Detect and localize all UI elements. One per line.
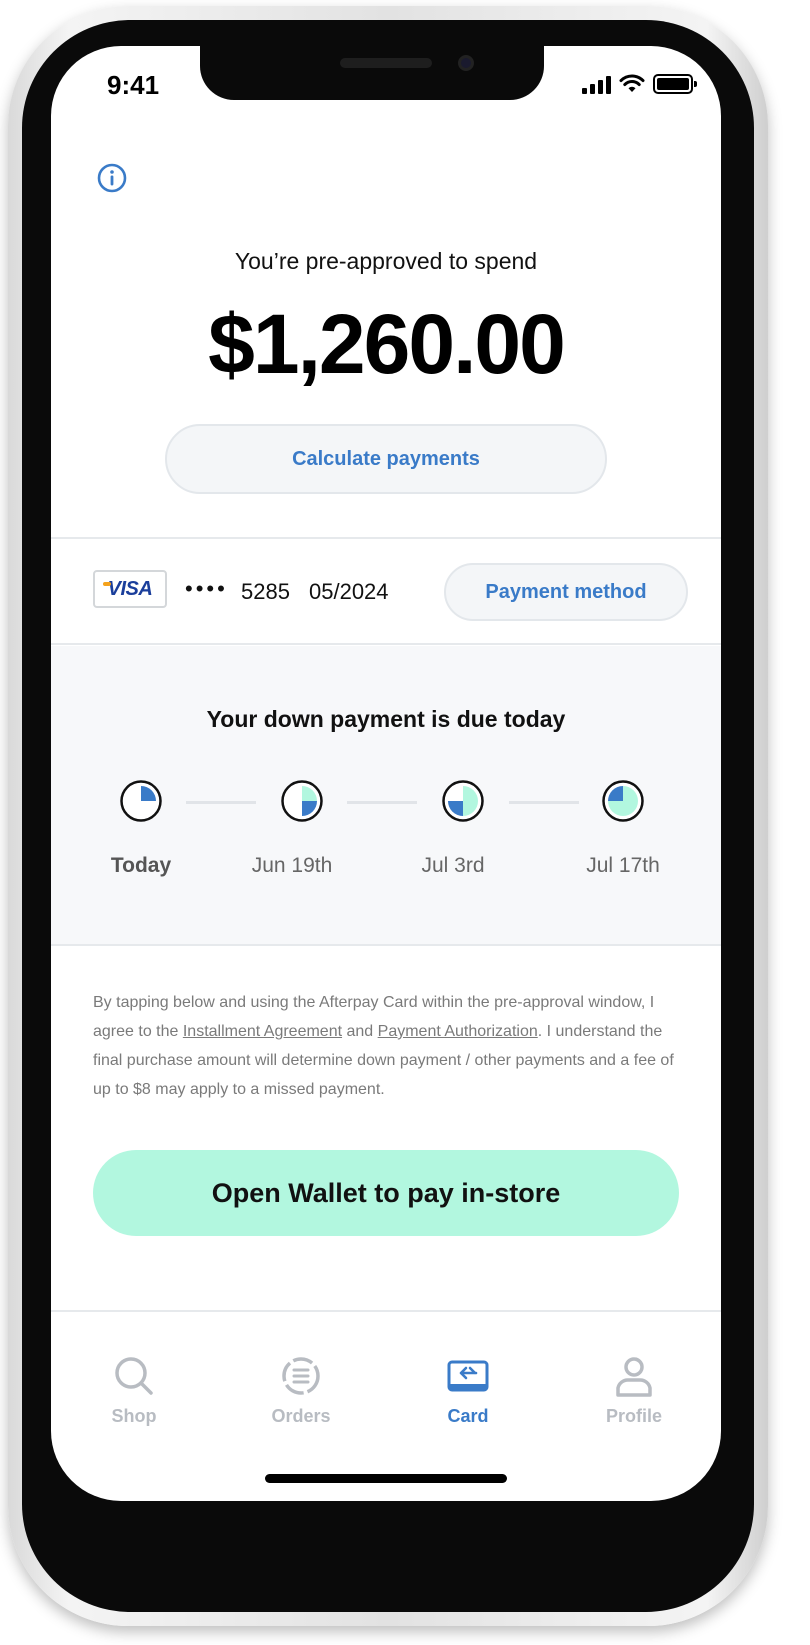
- tab-card[interactable]: Card: [408, 1354, 528, 1427]
- payment-method-button[interactable]: Payment method: [444, 563, 688, 621]
- tab-bar: Shop Orders Card Profile: [51, 1312, 721, 1452]
- approval-title: You’re pre-approved to spend: [234, 248, 538, 274]
- schedule-connector: [186, 801, 256, 804]
- tab-label: Shop: [111, 1406, 157, 1426]
- cellular-signal-icon: [582, 76, 611, 94]
- installment-4-date: Jul 17th: [586, 854, 660, 877]
- tab-label: Card: [447, 1406, 489, 1426]
- installment-3-pie-icon: [442, 780, 484, 822]
- tab-label: Profile: [605, 1406, 662, 1426]
- status-icons: [582, 74, 697, 94]
- tab-label: Orders: [271, 1406, 331, 1426]
- search-icon: [115, 1357, 153, 1395]
- profile-icon: [616, 1357, 652, 1397]
- orders-icon: [282, 1357, 320, 1395]
- installment-4-pie-icon: [602, 780, 644, 822]
- card-number-mask: ••••: [185, 576, 228, 601]
- installment-3-date: Jul 3rd: [421, 854, 485, 877]
- phone-notch: [200, 46, 544, 100]
- payment-authorization-link[interactable]: Payment Authorization: [378, 1023, 538, 1040]
- divider: [51, 944, 721, 946]
- tab-profile[interactable]: Profile: [574, 1354, 694, 1427]
- payment-schedule: Your down payment is due today Today Jun…: [51, 646, 721, 944]
- disclaimer-text: By tapping below and using the Afterpay …: [93, 988, 689, 1104]
- installment-agreement-link[interactable]: Installment Agreement: [183, 1023, 342, 1040]
- schedule-connector: [509, 801, 579, 804]
- tab-orders[interactable]: Orders: [241, 1354, 361, 1427]
- card-icon: [447, 1360, 489, 1392]
- speaker-grille: [340, 58, 432, 68]
- visa-logo: VISA: [93, 570, 167, 608]
- info-icon[interactable]: [96, 162, 128, 194]
- front-camera: [458, 55, 474, 71]
- installment-2-date: Jun 19th: [251, 854, 333, 877]
- status-time: 9:41: [107, 70, 160, 100]
- card-expiry: 05/2024: [309, 579, 389, 604]
- open-wallet-button[interactable]: Open Wallet to pay in-store: [93, 1150, 679, 1236]
- battery-icon: [653, 74, 697, 94]
- disclaimer-text-part: and: [342, 1023, 378, 1040]
- installment-1-pie-icon: [120, 780, 162, 822]
- schedule-connector: [347, 801, 417, 804]
- installment-2-pie-icon: [281, 780, 323, 822]
- card-last-four: 5285: [241, 579, 290, 604]
- installment-1-date: Today: [110, 854, 172, 877]
- app-screen: 9:41 You’re pre-approved to spend $1,260…: [51, 46, 721, 1501]
- home-indicator: [265, 1474, 507, 1483]
- calculate-payments-button[interactable]: Calculate payments: [165, 424, 607, 494]
- divider: [51, 643, 721, 645]
- divider: [51, 537, 721, 539]
- approved-amount: $1,260.00: [208, 297, 566, 391]
- schedule-title: Your down payment is due today: [206, 706, 566, 732]
- tab-shop[interactable]: Shop: [74, 1354, 194, 1427]
- wifi-icon: [619, 74, 645, 92]
